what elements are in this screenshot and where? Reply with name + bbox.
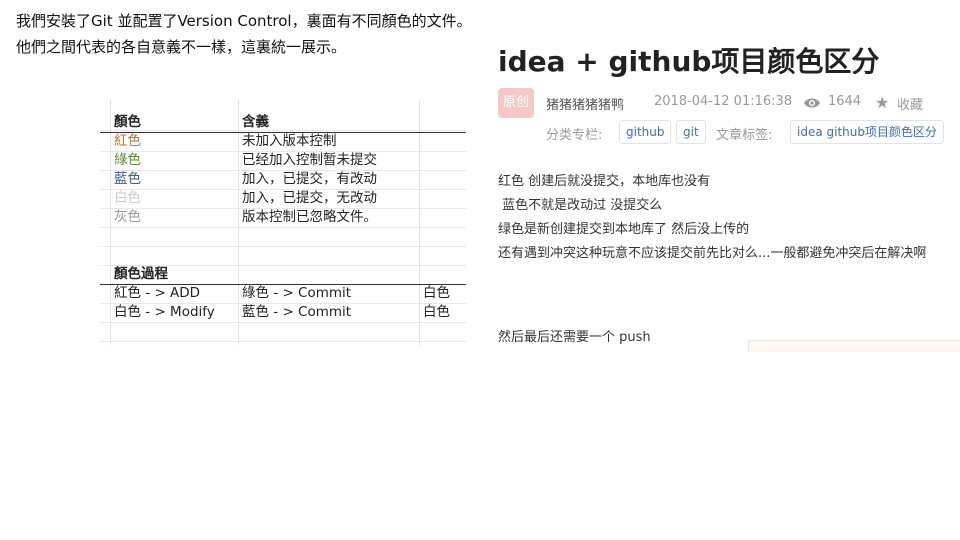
eye-icon (804, 98, 820, 108)
article-meta: 原创 猪猪猪猪猪鸭 2018-04-12 01:16:38 1644 ★ 收藏 (498, 88, 960, 118)
favorite-button[interactable]: 收藏 (897, 94, 923, 113)
table-row: 白色 - > Modify 藍色 - > Commit 白色 (100, 303, 466, 323)
table-row: 綠色 已经加入控制暂未提交 (100, 151, 466, 171)
process-step-c: 白色 (423, 304, 450, 320)
category-tag-row: 分类专栏: github git 文章标签: idea github项目颜色区分 (516, 120, 960, 146)
table-row: 紅色 未加入版本控制 (100, 132, 466, 152)
content-paragraph: 红色 创建后就没提交，本地库也没有 (498, 174, 711, 189)
callout-box (748, 340, 960, 352)
content-paragraph: 还有遇到冲突这种玩意不应该提交前先比对么...一般都避免冲突后在解决啊 (498, 246, 927, 261)
header-meaning: 含義 (242, 114, 269, 130)
process-header-row: 顏色過程 (100, 265, 466, 285)
process-step-a: 紅色 - > ADD (114, 285, 201, 301)
process-step-a: 白色 - > Modify (114, 304, 215, 320)
article-tag[interactable]: idea github项目颜色区分 (790, 120, 944, 144)
color-name-gray: 灰色 (114, 209, 141, 225)
meaning-red: 未加入版本控制 (242, 133, 337, 149)
meaning-white: 加入，已提交，无改动 (242, 190, 377, 206)
color-name-green: 綠色 (114, 152, 141, 168)
tags-label: 文章标签: (716, 128, 773, 143)
color-name-red: 紅色 (114, 133, 141, 149)
publish-date: 2018-04-12 01:16:38 (654, 94, 793, 109)
article-title: idea + github项目颜色区分 (498, 45, 880, 78)
category-label: 分类专栏: (546, 128, 603, 143)
table-row: 紅色 - > ADD 綠色 - > Commit 白色 (100, 284, 466, 304)
table-row: 灰色 版本控制已忽略文件。 (100, 208, 466, 228)
table-row: 藍色 加入，已提交，有改动 (100, 170, 466, 190)
color-name-white: 白色 (114, 190, 141, 206)
meaning-gray: 版本控制已忽略文件。 (242, 209, 377, 225)
author-link[interactable]: 猪猪猪猪猪鸭 (546, 94, 624, 113)
category-tag-git[interactable]: git (676, 120, 706, 144)
table-row (100, 227, 466, 247)
process-step-b: 綠色 - > Commit (242, 285, 352, 301)
meaning-green: 已经加入控制暂未提交 (242, 152, 377, 168)
view-count: 1644 (828, 94, 862, 109)
color-name-blue: 藍色 (114, 171, 141, 187)
intro-line-1: 我們安裝了Git 並配置了Version Control，裏面有不同顏色的文件。 (16, 12, 472, 30)
content-paragraph: 绿色是新创建提交到本地库了 然后没上传的 (498, 222, 750, 237)
content-paragraph: 蓝色不就是改动过 没提交么 (498, 198, 663, 213)
header-color: 顏色 (114, 114, 141, 130)
table-header-row: 顏色 含義 (100, 113, 466, 133)
meaning-blue: 加入，已提交，有改动 (242, 171, 377, 187)
process-title: 顏色過程 (114, 266, 168, 282)
intro-line-2: 他們之間代表的各自意義不一樣，這裏統一展示。 (16, 38, 347, 56)
blog-article-panel: idea + github项目颜色区分 原创 猪猪猪猪猪鸭 2018-04-12… (468, 32, 960, 352)
color-table-sheet: 顏色 含義 紅色 未加入版本控制 綠色 已经加入控制暂未提交 藍色 加入，已提交… (100, 100, 466, 345)
intro-text: 我們安裝了Git 並配置了Version Control，裏面有不同顏色的文件。… (16, 8, 472, 60)
table-row (100, 322, 466, 342)
original-badge: 原创 (498, 88, 534, 118)
process-step-c: 白色 (423, 285, 450, 301)
table-row (100, 246, 466, 266)
article-content: 红色 创建后就没提交，本地库也没有 蓝色不就是改动过 没提交么 绿色是新创建提交… (498, 170, 926, 350)
star-icon[interactable]: ★ (875, 93, 889, 112)
process-step-b: 藍色 - > Commit (242, 304, 352, 320)
table-row: 白色 加入，已提交，无改动 (100, 189, 466, 209)
category-tag-github[interactable]: github (619, 120, 672, 144)
